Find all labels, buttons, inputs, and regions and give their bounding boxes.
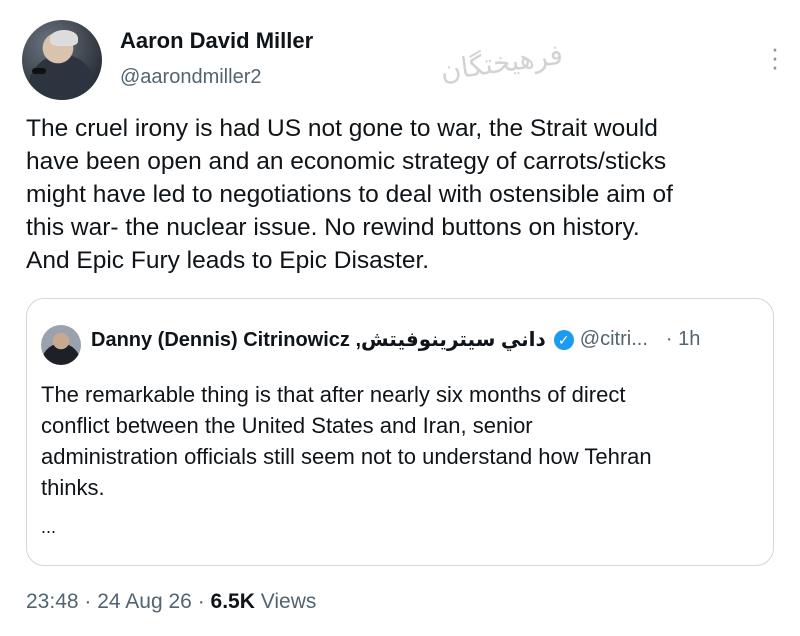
avatar-mic	[32, 68, 46, 74]
tweet-header: Aaron David Miller @aarondmiller2 فرهیخت…	[22, 20, 782, 100]
author-handle[interactable]: @aarondmiller2	[120, 66, 261, 89]
more-options-icon[interactable]: · · ·	[768, 35, 782, 79]
author-avatar[interactable]	[22, 20, 102, 100]
meta-separator: ·	[197, 590, 205, 613]
quoted-text: The remarkable thing is that after nearl…	[41, 382, 652, 500]
quoted-timestamp[interactable]: · 1h	[666, 328, 700, 351]
views-count: 6.5K	[210, 590, 255, 613]
author-name[interactable]: Aaron David Miller	[120, 28, 313, 54]
tweet-meta: 23:48 · 24 Aug 26 · 6.5K Views	[26, 590, 316, 614]
quoted-header: Danny (Dennis) Citrinowicz ,داني سيترينو…	[91, 327, 759, 352]
quoted-author-name[interactable]: Danny (Dennis) Citrinowicz ,داني سيترينو…	[91, 327, 546, 352]
avatar-hair	[50, 30, 78, 46]
views-label: Views	[260, 590, 317, 613]
tweet-date[interactable]: 24 Aug 26	[97, 590, 192, 613]
tweet-time[interactable]: 23:48	[26, 590, 79, 613]
meta-separator: ·	[84, 590, 92, 613]
tweet-text: The cruel irony is had US not gone to wa…	[26, 115, 673, 274]
quoted-author-handle[interactable]: @citri...	[580, 328, 648, 351]
quoted-tweet[interactable]: Danny (Dennis) Citrinowicz ,داني سيترينو…	[26, 298, 774, 566]
quoted-author-avatar[interactable]	[41, 325, 81, 365]
verified-badge-icon: ✓	[553, 329, 574, 350]
quoted-ellipsis: ...	[41, 517, 57, 537]
watermark: فرهیختگان	[438, 37, 565, 88]
